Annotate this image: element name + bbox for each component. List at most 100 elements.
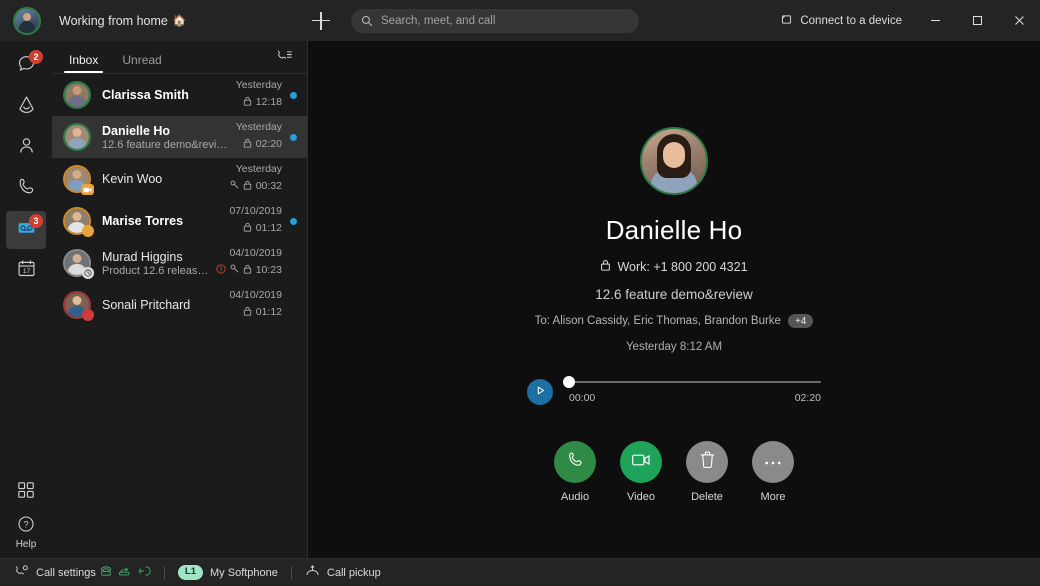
table-row[interactable]: Sonali Pritchard 04/10/2019 01:12 xyxy=(52,284,307,326)
new-item-button[interactable] xyxy=(311,11,331,31)
user-status[interactable]: Working from home 🏠 xyxy=(59,14,187,28)
message-main: Marise Torres xyxy=(102,214,223,228)
sender-name: Kevin Woo xyxy=(102,172,163,186)
call-pickup-button[interactable]: Call pickup xyxy=(305,564,381,581)
lock-icon xyxy=(243,303,252,321)
unread-indicator xyxy=(290,217,297,225)
avatar xyxy=(63,165,94,195)
connect-to-device-button[interactable]: Connect to a device xyxy=(768,13,914,29)
messaging-badge: 2 xyxy=(29,50,43,64)
search-icon xyxy=(361,15,373,27)
more-label: More xyxy=(760,491,786,503)
audio-call-button[interactable]: Audio xyxy=(553,441,597,503)
message-date: 04/10/2019 xyxy=(229,247,282,259)
call-forward-icon[interactable] xyxy=(118,564,132,582)
sidebar-item-calls[interactable] xyxy=(6,170,46,208)
more-circle xyxy=(752,441,794,483)
phone-icon xyxy=(566,450,585,474)
sidebar-item-calendar[interactable]: 17 xyxy=(6,252,46,290)
calendar-icon: 17 xyxy=(16,258,37,284)
message-date: Yesterday xyxy=(235,79,282,91)
sidebar-item-voicemail[interactable]: 3 xyxy=(6,211,46,249)
sidebar-item-contacts[interactable] xyxy=(6,129,46,167)
search-input[interactable] xyxy=(381,15,629,27)
message-preview: Product 12.6 release pl... xyxy=(102,264,210,277)
user-status-text: Working from home xyxy=(59,13,168,28)
message-time: 02:20 xyxy=(255,138,282,150)
minimize-button[interactable] xyxy=(914,0,956,41)
dnd-toggle-icon[interactable] xyxy=(137,564,151,582)
sidebar-item-messaging[interactable]: 2 xyxy=(6,47,46,85)
key-icon xyxy=(230,261,239,279)
sidebar-item-teams[interactable] xyxy=(6,88,46,126)
table-row[interactable]: Danielle Ho 12.6 feature demo&review Yes… xyxy=(52,116,307,158)
lock-icon xyxy=(600,259,611,274)
status-divider xyxy=(290,565,292,580)
avatar xyxy=(63,291,94,321)
audio-call-circle xyxy=(554,441,596,483)
lock-icon xyxy=(243,93,252,111)
progress-track-wrap: 00:00 02:20 xyxy=(563,375,821,404)
avatar xyxy=(63,123,91,151)
presence-badge-away xyxy=(82,225,94,237)
call-settings-button[interactable]: Call settings xyxy=(14,564,96,581)
sender-name: Danielle Ho xyxy=(102,123,171,138)
message-date: Yesterday xyxy=(235,121,282,133)
connect-to-device-label: Connect to a device xyxy=(800,14,902,27)
voicemail-timestamp: Yesterday 8:12 AM xyxy=(625,341,723,353)
table-row[interactable]: Murad Higgins Product 12.6 release pl...… xyxy=(52,242,307,284)
close-button[interactable] xyxy=(998,0,1040,41)
unread-indicator xyxy=(290,133,297,141)
call-settings-label: Call settings xyxy=(36,566,96,579)
message-time: 01:12 xyxy=(255,222,282,234)
play-button[interactable] xyxy=(527,379,553,405)
search-bar[interactable] xyxy=(351,9,639,33)
table-row[interactable]: Clarissa Smith Yesterday 12:18 xyxy=(52,74,307,116)
avatar xyxy=(63,249,94,279)
tab-unread[interactable]: Unread xyxy=(119,53,164,73)
lock-icon xyxy=(243,135,252,153)
call-pickup-label: Call pickup xyxy=(326,566,381,579)
call-settings-icon xyxy=(14,564,29,581)
voicemail-filter-icon[interactable] xyxy=(276,48,293,73)
telephony-status-icons xyxy=(99,564,151,582)
help-label: Help xyxy=(15,539,37,550)
app-window: Working from home 🏠 Con xyxy=(0,0,1040,586)
maximize-button[interactable] xyxy=(956,0,998,41)
message-meta: 04/10/2019 01:12 xyxy=(229,289,282,321)
avatar xyxy=(63,207,94,237)
lock-icon xyxy=(243,177,252,195)
more-button[interactable]: More xyxy=(751,441,795,503)
desk-phone-icon[interactable] xyxy=(99,564,113,582)
teams-icon xyxy=(16,94,37,120)
trash-icon xyxy=(699,450,716,474)
urgent-icon xyxy=(216,261,226,279)
table-row[interactable]: Marise Torres 07/10/2019 01:12 xyxy=(52,200,307,242)
lock-icon xyxy=(243,219,252,237)
tab-inbox[interactable]: Inbox xyxy=(63,53,104,73)
voicemail-detail-pane: Danielle Ho Work: +1 800 200 4321 12.6 f… xyxy=(308,41,1040,558)
current-time: 00:00 xyxy=(569,391,596,404)
delete-button[interactable]: Delete xyxy=(685,441,729,503)
sidebar-item-help[interactable]: ? xyxy=(6,514,46,538)
sidebar-item-apps[interactable] xyxy=(6,473,46,511)
message-date: Yesterday xyxy=(235,163,282,175)
status-divider xyxy=(163,565,165,580)
softphone-selector[interactable]: L1 My Softphone xyxy=(177,565,278,580)
recipients-overflow-chip[interactable]: +4 xyxy=(787,314,814,328)
video-call-button[interactable]: Video xyxy=(619,441,663,503)
unread-indicator xyxy=(290,91,297,99)
svg-text:17: 17 xyxy=(22,268,30,275)
table-row[interactable]: Kevin Woo Yesterday 00:32 xyxy=(52,158,307,200)
presence-badge-clock xyxy=(82,267,94,279)
play-icon xyxy=(535,383,546,401)
ellipsis-icon xyxy=(763,453,783,471)
title-bar: Working from home 🏠 Con xyxy=(0,0,1040,41)
message-date: 07/10/2019 xyxy=(229,205,282,217)
progress-track[interactable] xyxy=(563,375,821,388)
sender-name: Clarissa Smith xyxy=(102,88,189,102)
progress-thumb[interactable] xyxy=(563,375,575,388)
contact-phone: Work: +1 800 200 4321 xyxy=(600,259,748,274)
user-avatar[interactable] xyxy=(13,6,41,35)
message-meta: Yesterday 02:20 xyxy=(236,121,282,153)
